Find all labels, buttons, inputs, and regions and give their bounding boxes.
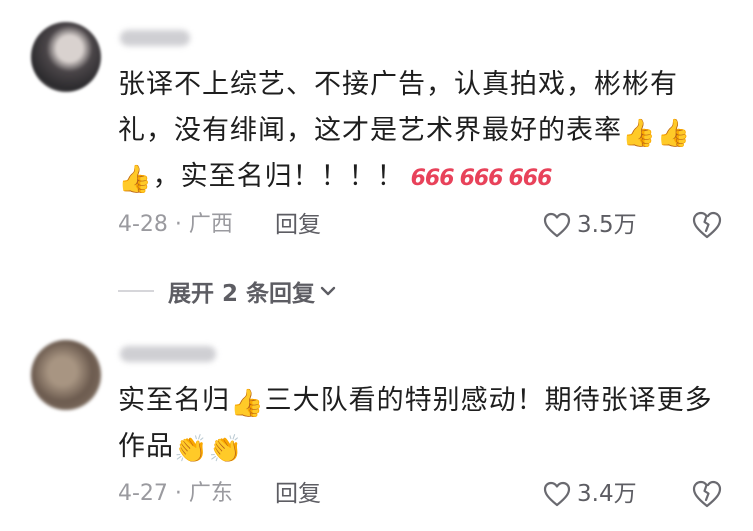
broken-heart-icon[interactable] bbox=[692, 480, 722, 508]
heart-outline-icon bbox=[543, 481, 571, 507]
comment-text: 张译不上综艺、不接广告，认真拍戏，彬彬有礼，没有绯闻，这才是艺术界最好的表率👍👍… bbox=[118, 62, 718, 202]
thumbs-up-emoji: 👍 bbox=[230, 388, 265, 419]
chevron-down-icon bbox=[320, 286, 336, 296]
thumbs-up-emoji: 👍 bbox=[656, 118, 692, 149]
like-button[interactable]: 3.5万 bbox=[543, 210, 637, 240]
thumbs-up-emoji: 👍 bbox=[622, 118, 657, 149]
clapping-hands-emoji: 👏 bbox=[208, 434, 244, 465]
comment-text-main: 张译不上综艺、不接广告，认真拍戏，彬彬有礼，没有绯闻，这才是艺术界最好的表率 bbox=[118, 69, 678, 146]
like-count: 3.4万 bbox=[577, 481, 637, 507]
emoji-666: 666 bbox=[410, 166, 455, 191]
comment-date-location: 4-28 · 广西 bbox=[118, 212, 233, 237]
like-count: 3.5万 bbox=[577, 212, 637, 238]
comment-text-main: 实至名归 bbox=[118, 385, 230, 416]
username-blurred[interactable] bbox=[120, 346, 216, 362]
expand-replies-button[interactable]: 展开 2 条回复 bbox=[118, 276, 337, 307]
comment-text: 实至名归👍三大队看的特别感动！期待张译更多作品👏👏 bbox=[118, 378, 718, 470]
username-blurred[interactable] bbox=[120, 30, 190, 46]
reply-button[interactable]: 回复 bbox=[275, 210, 321, 240]
comment-text-tail: ，实至名归！！！！ bbox=[152, 161, 405, 192]
emoji-666: 666 bbox=[459, 166, 504, 191]
thumbs-up-emoji: 👍 bbox=[118, 164, 153, 195]
expand-replies-label: 展开 2 条回复 bbox=[168, 281, 316, 307]
divider-line bbox=[118, 290, 154, 292]
user-avatar[interactable] bbox=[31, 340, 101, 410]
clapping-hands-emoji: 👏 bbox=[174, 434, 209, 465]
like-button[interactable]: 3.4万 bbox=[543, 479, 637, 509]
comment-date-location: 4-27 · 广东 bbox=[118, 481, 233, 506]
heart-outline-icon bbox=[543, 212, 571, 238]
reply-button[interactable]: 回复 bbox=[275, 479, 321, 509]
broken-heart-icon[interactable] bbox=[692, 211, 722, 239]
emoji-666: 666 bbox=[508, 166, 553, 191]
user-avatar[interactable] bbox=[31, 22, 101, 92]
